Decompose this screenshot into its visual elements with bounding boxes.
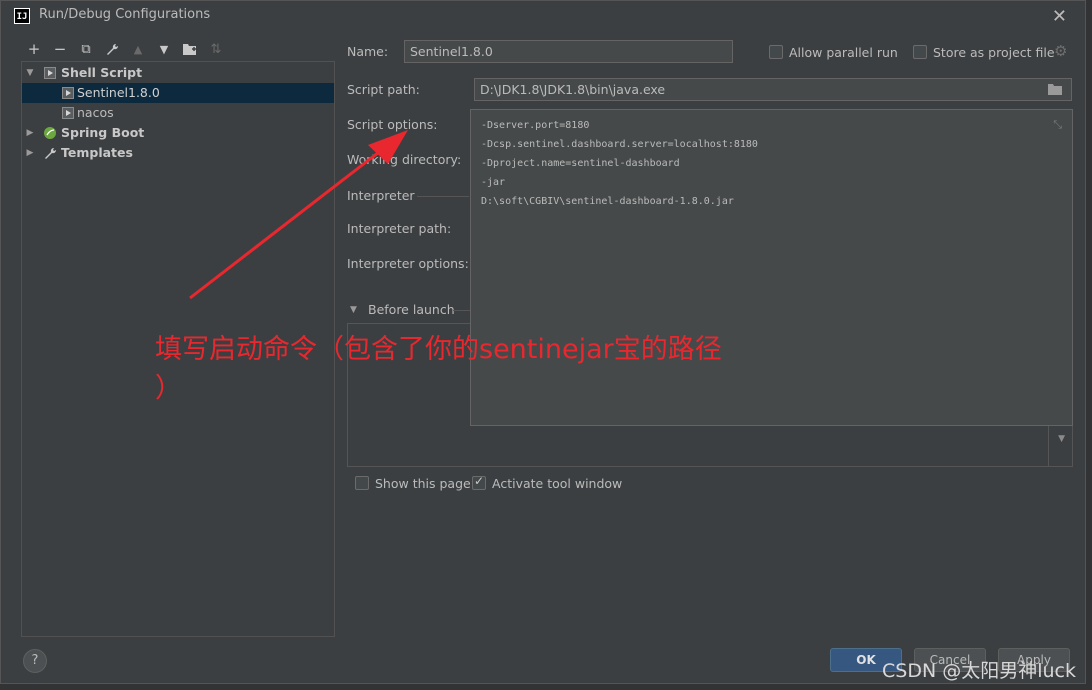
store-project-checkbox[interactable]: [913, 45, 927, 59]
tree-item-templates[interactable]: ▶ Templates: [22, 143, 334, 163]
collapsed-arrow-icon[interactable]: ▶: [24, 123, 36, 143]
allow-parallel-checkbox[interactable]: [769, 45, 783, 59]
name-label: Name:: [347, 44, 389, 59]
tree-item-sentinel[interactable]: Sentinel1.8.0: [22, 83, 334, 103]
tree-item-spring-boot[interactable]: ▶ Spring Boot: [22, 123, 334, 143]
store-project-label[interactable]: Store as project file: [933, 45, 1055, 60]
background-editor-right: [1086, 0, 1092, 690]
spring-boot-icon: [43, 126, 56, 139]
sort-icon[interactable]: ⇅: [203, 39, 229, 59]
move-down-icon[interactable]: ▼: [151, 39, 177, 59]
tree-toolbar: + − ⧉ ▲ ▼ ⇅: [21, 39, 229, 59]
background-editor-bottom: [0, 684, 1092, 690]
allow-parallel-label[interactable]: Allow parallel run: [789, 45, 898, 60]
script-path-input[interactable]: D:\JDK1.8\JDK1.8\bin\java.exe: [474, 78, 1072, 101]
script-option-line: -Dserver.port=8180: [481, 120, 590, 131]
wrench-icon[interactable]: [99, 39, 125, 59]
interpreter-options-label: Interpreter options:: [347, 256, 469, 271]
activate-tool-window-label[interactable]: Activate tool window: [492, 476, 622, 491]
script-option-line: -Dcsp.sentinel.dashboard.server=localhos…: [481, 139, 758, 150]
annotation-text-line2: ）: [155, 373, 182, 404]
copy-icon[interactable]: ⧉: [73, 39, 99, 59]
collapsed-arrow-icon[interactable]: ▶: [24, 143, 36, 163]
help-button[interactable]: ?: [23, 649, 47, 673]
name-input[interactable]: Sentinel1.8.0: [404, 40, 733, 63]
gear-icon[interactable]: ⚙: [1054, 42, 1067, 60]
tree-item-label: Templates: [61, 145, 133, 160]
script-option-line: -jar: [481, 177, 506, 188]
tree-item-label: Sentinel1.8.0: [77, 85, 160, 100]
watermark: CSDN @太阳男神luck: [882, 660, 1076, 682]
shell-script-icon: [44, 67, 56, 79]
script-path-label: Script path:: [347, 82, 420, 97]
before-launch-divider: [453, 310, 471, 311]
script-options-editor[interactable]: ⤡ -Dserver.port=8180 -Dcsp.sentinel.dash…: [470, 109, 1073, 426]
move-up-icon[interactable]: ▲: [125, 39, 151, 59]
intellij-app-icon: IJ: [14, 8, 30, 24]
before-launch-collapse-icon[interactable]: ▼: [350, 305, 357, 315]
folder-browse-icon[interactable]: [1048, 83, 1063, 98]
interpreter-path-label: Interpreter path:: [347, 221, 452, 236]
title-bar: IJ Run/Debug Configurations ✕: [1, 1, 1085, 31]
collapse-editor-icon[interactable]: ⤡: [1053, 118, 1062, 132]
activate-tool-window-checkbox[interactable]: [472, 474, 486, 490]
tree-item-nacos[interactable]: nacos: [22, 103, 334, 123]
tree-item-label: nacos: [77, 105, 114, 120]
scrollbar[interactable]: [1048, 422, 1072, 466]
dropdown-arrow-icon[interactable]: ▼: [1058, 434, 1065, 444]
script-options-label: Script options:: [347, 117, 438, 132]
close-icon[interactable]: ✕: [1052, 6, 1067, 27]
working-directory-label: Working directory:: [347, 152, 462, 167]
interpreter-section-label: Interpreter: [347, 188, 415, 203]
window-title: Run/Debug Configurations: [39, 7, 211, 22]
interpreter-divider: [417, 196, 469, 197]
annotation-text-line1: 填写启动命令（包含了你的sentinejar宝的路径: [155, 334, 722, 365]
folder-icon[interactable]: [177, 39, 203, 59]
expanded-arrow-icon[interactable]: ▼: [24, 63, 36, 83]
remove-icon[interactable]: −: [47, 39, 73, 59]
show-page-label[interactable]: Show this page: [375, 476, 471, 491]
before-launch-label[interactable]: Before launch: [368, 302, 455, 317]
tree-item-label: Shell Script: [61, 65, 143, 80]
wrench-icon: [44, 146, 57, 159]
tree-item-label: Spring Boot: [61, 125, 145, 140]
show-page-checkbox[interactable]: [355, 476, 369, 490]
script-option-line: -Dproject.name=sentinel-dashboard: [481, 158, 680, 169]
script-option-line: D:\soft\CGBIV\sentinel-dashboard-1.8.0.j…: [481, 196, 734, 207]
add-icon[interactable]: +: [21, 39, 47, 59]
shell-script-icon: [62, 87, 74, 99]
tree-item-shell-script[interactable]: ▼ Shell Script: [22, 63, 334, 83]
shell-script-icon: [62, 107, 74, 119]
